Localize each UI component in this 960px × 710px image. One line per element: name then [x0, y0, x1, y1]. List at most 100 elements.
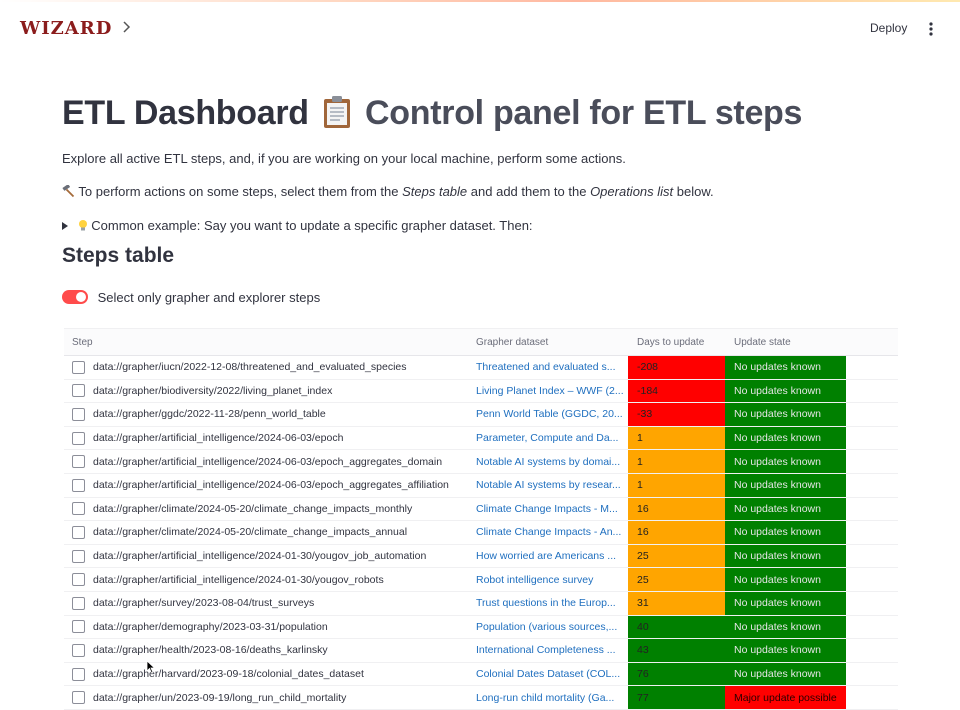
table-row[interactable]: data://grapher/artificial_intelligence/2… [64, 426, 898, 451]
expander-label: Common example: Say you want to update a… [91, 218, 533, 233]
common-example-expander[interactable]: Common example: Say you want to update a… [62, 218, 533, 233]
grapher-dataset-link[interactable]: How worried are Americans ... [476, 550, 616, 562]
days-to-update-cell: 1 [628, 450, 725, 473]
table-row[interactable]: data://grapher/climate/2024-05-20/climat… [64, 497, 898, 522]
grapher-dataset-cell: Robot intelligence survey [476, 574, 628, 586]
grapher-dataset-cell: Notable AI systems by resear... [476, 479, 628, 491]
update-state-cell: No updates known [725, 403, 846, 426]
table-row[interactable]: data://grapher/artificial_intelligence/2… [64, 544, 898, 569]
operations-list-ref: Operations list [590, 184, 674, 199]
table-row[interactable]: data://grapher/biodiversity/2022/living_… [64, 379, 898, 404]
table-row[interactable]: data://grapher/ggdc/2022-11-28/penn_worl… [64, 403, 898, 427]
mouse-cursor-icon [146, 660, 156, 674]
update-state-cell: No updates known [725, 544, 846, 568]
grapher-dataset-link[interactable]: Penn World Table (GGDC, 20... [476, 408, 623, 420]
step-cell: data://grapher/un/2023-09-19/long_run_ch… [64, 691, 476, 705]
grapher-dataset-link[interactable]: Climate Change Impacts - M... [476, 503, 618, 515]
grapher-dataset-cell: Trust questions in the Europ... [476, 597, 628, 609]
step-cell: data://grapher/survey/2023-08-04/trust_s… [64, 596, 476, 610]
table-row[interactable]: data://grapher/artificial_intelligence/2… [64, 568, 898, 592]
actions-suffix: below. [676, 184, 714, 199]
row-select-checkbox[interactable] [72, 620, 85, 634]
table-row[interactable]: data://grapher/climate/2024-05-20/climat… [64, 521, 898, 545]
chevron-right-icon[interactable] [120, 18, 134, 36]
step-cell: data://grapher/biodiversity/2022/living_… [64, 384, 476, 398]
update-state-cell: No updates known [725, 662, 846, 686]
step-cell: data://grapher/ggdc/2022-11-28/penn_worl… [64, 407, 476, 421]
step-uri: data://grapher/health/2023-08-16/deaths_… [93, 644, 328, 657]
grapher-dataset-link[interactable]: Robot intelligence survey [476, 574, 593, 586]
row-select-checkbox[interactable] [72, 384, 85, 398]
table-row[interactable]: data://grapher/iucn/2022-12-08/threatene… [64, 356, 898, 380]
row-select-checkbox[interactable] [72, 549, 85, 563]
grapher-dataset-link[interactable]: Colonial Dates Dataset (COL... [476, 668, 620, 680]
days-to-update-cell: 25 [628, 568, 725, 591]
table-row[interactable]: data://grapher/harvard/2023-09-18/coloni… [64, 662, 898, 687]
grapher-dataset-cell: Population (various sources,... [476, 621, 628, 633]
row-select-checkbox[interactable] [72, 502, 85, 516]
actions-middle: and add them to the [470, 184, 587, 199]
table-row[interactable]: data://grapher/un/2023-09-19/long_run_ch… [64, 686, 898, 710]
grapher-dataset-link[interactable]: Notable AI systems by domai... [476, 456, 620, 468]
column-header-grapher-dataset[interactable]: Grapher dataset [476, 337, 628, 348]
grapher-dataset-link[interactable]: Long-run child mortality (Ga... [476, 692, 614, 704]
grapher-dataset-link[interactable]: Threatened and evaluated s... [476, 361, 616, 373]
actions-instructions: To perform actions on some steps, select… [62, 184, 714, 199]
step-uri: data://grapher/un/2023-09-19/long_run_ch… [93, 691, 347, 704]
step-cell: data://grapher/artificial_intelligence/2… [64, 478, 476, 492]
update-state-cell: No updates known [725, 379, 846, 403]
grapher-dataset-link[interactable]: Trust questions in the Europ... [476, 597, 616, 609]
expand-triangle-icon [62, 222, 68, 230]
row-select-checkbox[interactable] [72, 667, 85, 681]
table-row[interactable]: data://grapher/survey/2023-08-04/trust_s… [64, 591, 898, 616]
column-header-update-state[interactable]: Update state [725, 337, 846, 348]
step-uri: data://grapher/survey/2023-08-04/trust_s… [93, 597, 315, 610]
days-to-update-cell: 16 [628, 497, 725, 521]
grapher-dataset-link[interactable]: International Completeness ... [476, 644, 616, 656]
days-to-update-cell: -33 [628, 403, 725, 426]
grapher-dataset-link[interactable]: Climate Change Impacts - An... [476, 526, 621, 538]
grapher-dataset-link[interactable]: Notable AI systems by resear... [476, 479, 621, 491]
more-options-icon[interactable] [924, 19, 938, 39]
table-row[interactable]: data://grapher/artificial_intelligence/2… [64, 473, 898, 498]
table-row[interactable]: data://grapher/health/2023-08-16/deaths_… [64, 639, 898, 663]
grapher-dataset-cell: Parameter, Compute and Da... [476, 432, 628, 444]
row-select-checkbox[interactable] [72, 407, 85, 421]
deploy-button[interactable]: Deploy [866, 18, 911, 38]
table-row[interactable]: data://grapher/artificial_intelligence/2… [64, 450, 898, 474]
update-state-cell: No updates known [725, 615, 846, 639]
row-select-checkbox[interactable] [72, 431, 85, 445]
row-select-checkbox[interactable] [72, 691, 85, 705]
wizard-logo[interactable]: WIZARD [20, 18, 112, 39]
grapher-dataset-link[interactable]: Population (various sources,... [476, 621, 617, 633]
grapher-dataset-cell: Long-run child mortality (Ga... [476, 692, 628, 704]
update-state-cell: No updates known [725, 639, 846, 662]
row-select-checkbox[interactable] [72, 596, 85, 610]
days-to-update-cell: 43 [628, 639, 725, 662]
intro-text: Explore all active ETL steps, and, if yo… [62, 151, 626, 166]
column-header-days-to-update[interactable]: Days to update [628, 337, 725, 348]
row-select-checkbox[interactable] [72, 643, 85, 657]
table-row[interactable]: data://grapher/demography/2023-03-31/pop… [64, 615, 898, 640]
grapher-dataset-link[interactable]: Living Planet Index – WWF (2... [476, 385, 624, 397]
row-select-checkbox[interactable] [72, 360, 85, 374]
app-header: WIZARD Deploy [0, 2, 960, 54]
step-uri: data://grapher/harvard/2023-09-18/coloni… [93, 668, 364, 681]
step-cell: data://grapher/artificial_intelligence/2… [64, 549, 476, 563]
grapher-dataset-link[interactable]: Parameter, Compute and Da... [476, 432, 618, 444]
column-header-step[interactable]: Step [64, 337, 476, 348]
row-select-checkbox[interactable] [72, 455, 85, 469]
step-cell: data://grapher/artificial_intelligence/2… [64, 573, 476, 587]
row-select-checkbox[interactable] [72, 573, 85, 587]
grapher-dataset-cell: Notable AI systems by domai... [476, 456, 628, 468]
step-uri: data://grapher/ggdc/2022-11-28/penn_worl… [93, 408, 326, 421]
step-uri: data://grapher/artificial_intelligence/2… [93, 573, 384, 586]
grapher-filter-toggle[interactable] [62, 290, 88, 304]
update-state-cell: No updates known [725, 568, 846, 591]
row-select-checkbox[interactable] [72, 525, 85, 539]
step-cell: data://grapher/artificial_intelligence/2… [64, 455, 476, 469]
steps-table-heading: Steps table [62, 244, 175, 267]
row-select-checkbox[interactable] [72, 478, 85, 492]
step-uri: data://grapher/climate/2024-05-20/climat… [93, 502, 413, 515]
grapher-dataset-cell: International Completeness ... [476, 644, 628, 656]
